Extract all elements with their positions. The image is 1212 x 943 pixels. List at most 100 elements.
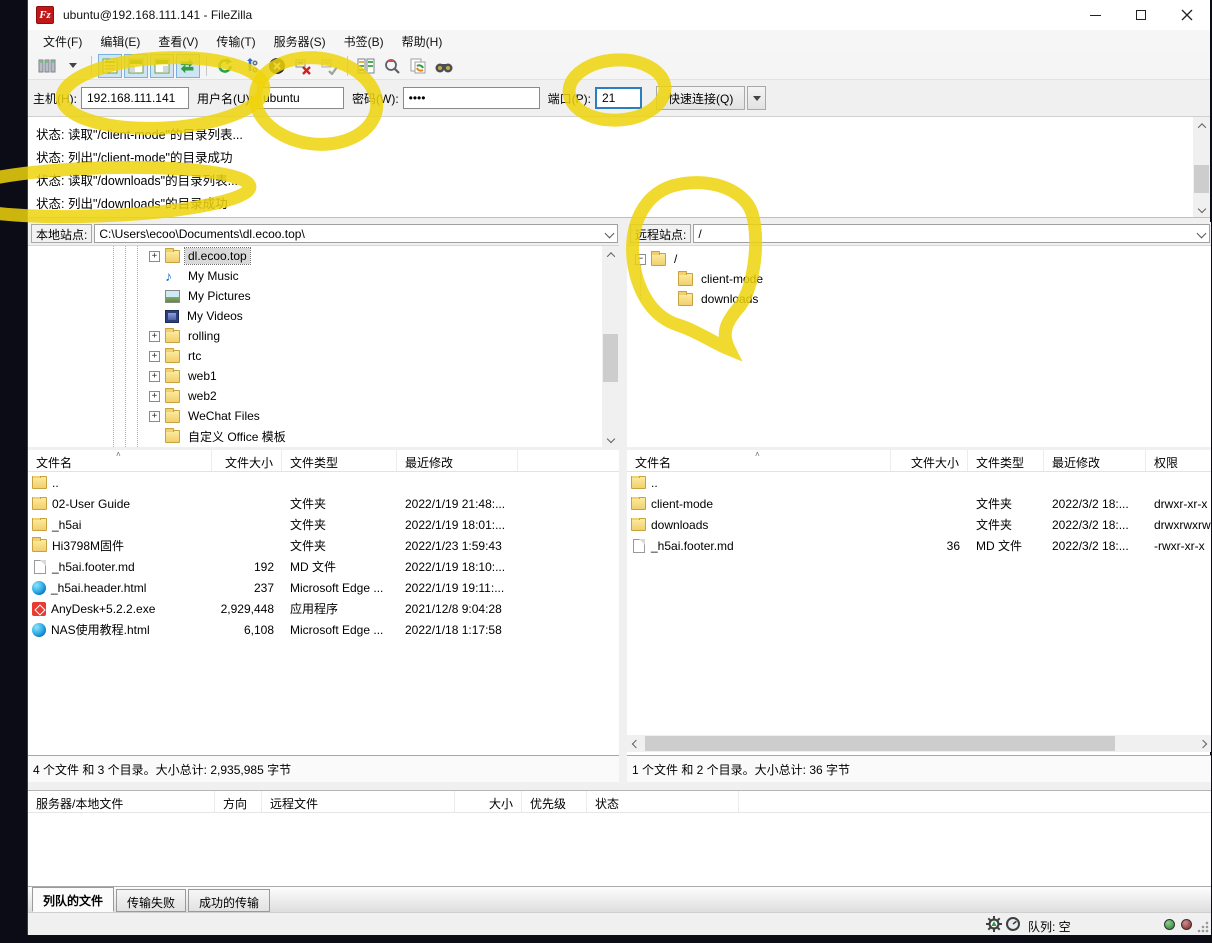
queue-header-status[interactable]: 状态: [587, 791, 739, 812]
file-row-updir[interactable]: ..: [627, 472, 1211, 493]
tab-successful-transfers[interactable]: 成功的传输: [188, 889, 270, 912]
close-button[interactable]: [1164, 0, 1210, 30]
horizontal-splitter[interactable]: [28, 782, 1211, 790]
file-row[interactable]: AnyDesk+5.2.2.exe 2,929,448 应用程序 2021/12…: [28, 598, 619, 619]
host-input[interactable]: [81, 87, 189, 109]
menu-transfer[interactable]: 传输(T): [207, 31, 264, 52]
expand-plus-icon[interactable]: +: [149, 331, 160, 342]
file-row[interactable]: _h5ai.footer.md 36 MD 文件 2022/3/2 18:...…: [627, 535, 1211, 556]
tab-failed-transfers[interactable]: 传输失败: [116, 889, 186, 912]
queue-header-priority[interactable]: 优先级: [522, 791, 587, 812]
header-filetype[interactable]: 文件类型: [282, 450, 397, 471]
log-scrollbar[interactable]: [1193, 117, 1210, 217]
menu-edit[interactable]: 编辑(E): [91, 31, 149, 52]
tree-item-rtc[interactable]: + rtc: [28, 346, 619, 366]
menu-server[interactable]: 服务器(S): [265, 31, 335, 52]
vertical-splitter[interactable]: [619, 222, 627, 782]
tree-item-root[interactable]: − /: [627, 249, 1211, 269]
disconnect-button[interactable]: [291, 54, 315, 78]
collapse-minus-icon[interactable]: −: [635, 254, 646, 265]
local-path-combobox[interactable]: C:\Users\ecoo\Documents\dl.ecoo.top\: [94, 224, 618, 243]
filename-filters-button[interactable]: [380, 54, 404, 78]
header-filesize[interactable]: 文件大小: [891, 450, 968, 471]
tree-item-my-pictures[interactable]: My Pictures: [28, 286, 619, 306]
queue-header-direction[interactable]: 方向: [215, 791, 262, 812]
menu-file[interactable]: 文件(F): [34, 31, 91, 52]
expand-plus-icon[interactable]: +: [149, 251, 160, 262]
queue-header-size[interactable]: 大小: [455, 791, 522, 812]
header-modified[interactable]: 最近修改: [1044, 450, 1146, 471]
cancel-button[interactable]: [265, 54, 289, 78]
scroll-down-arrow[interactable]: [602, 430, 619, 447]
expand-plus-icon[interactable]: +: [149, 351, 160, 362]
scroll-up-arrow[interactable]: [1193, 117, 1210, 134]
site-manager-dropdown-button[interactable]: [61, 54, 85, 78]
menu-help[interactable]: 帮助(H): [393, 31, 452, 52]
password-input[interactable]: [403, 87, 540, 109]
scroll-left-arrow[interactable]: [627, 735, 644, 752]
toggle-local-tree-button[interactable]: [124, 54, 148, 78]
tree-item-rolling[interactable]: + rolling: [28, 326, 619, 346]
queue-header-remote-file[interactable]: 远程文件: [262, 791, 455, 812]
quickconnect-button[interactable]: 快速连接(Q): [656, 86, 745, 110]
file-row[interactable]: 02-User Guide 文件夹 2022/1/19 21:48:...: [28, 493, 619, 514]
username-input[interactable]: [257, 87, 344, 109]
tree-item-label: My Videos: [184, 308, 246, 324]
menu-view[interactable]: 查看(V): [149, 31, 207, 52]
port-input[interactable]: [595, 87, 642, 109]
scrollbar-thumb[interactable]: [645, 736, 1115, 751]
toggle-message-log-button[interactable]: [98, 54, 122, 78]
menu-bookmarks[interactable]: 书签(B): [335, 31, 393, 52]
toggle-remote-tree-button[interactable]: [150, 54, 174, 78]
toggle-transfer-queue-button[interactable]: [176, 54, 200, 78]
maximize-button[interactable]: [1118, 0, 1164, 30]
tree-item-client-mode[interactable]: client-mode: [627, 269, 1211, 289]
find-files-button[interactable]: [432, 54, 456, 78]
speed-limits-button[interactable]: [1005, 916, 1021, 935]
tree-item-my-music[interactable]: My Music: [28, 266, 619, 286]
synchronized-browsing-button[interactable]: [406, 54, 430, 78]
file-row-updir[interactable]: ..: [28, 472, 619, 493]
local-tree-scrollbar[interactable]: [602, 246, 619, 447]
resize-grip-icon[interactable]: [1197, 921, 1209, 933]
tree-item-web2[interactable]: + web2: [28, 386, 619, 406]
scroll-right-arrow[interactable]: [1194, 735, 1211, 752]
tree-item-custom-office-templates[interactable]: 自定义 Office 模板: [28, 426, 619, 446]
header-permissions[interactable]: 权限: [1146, 450, 1211, 471]
remote-path-combobox[interactable]: /: [693, 224, 1210, 243]
header-filesize[interactable]: 文件大小: [212, 450, 282, 471]
minimize-button[interactable]: [1072, 0, 1118, 30]
tree-item-wechat-files[interactable]: + WeChat Files: [28, 406, 619, 426]
scrollbar-thumb[interactable]: [1194, 165, 1209, 193]
file-row[interactable]: _h5ai 文件夹 2022/1/19 18:01:...: [28, 514, 619, 535]
scrollbar-thumb[interactable]: [603, 334, 618, 382]
scroll-up-arrow[interactable]: [602, 246, 619, 263]
expand-plus-icon[interactable]: +: [149, 411, 160, 422]
folder-icon: [631, 497, 646, 510]
tree-item-web1[interactable]: + web1: [28, 366, 619, 386]
file-row[interactable]: _h5ai.footer.md 192 MD 文件 2022/1/19 18:1…: [28, 556, 619, 577]
file-row[interactable]: client-mode 文件夹 2022/3/2 18:... drwxr-xr…: [627, 493, 1211, 514]
site-manager-button[interactable]: [35, 54, 59, 78]
queue-settings-button[interactable]: [986, 916, 1002, 935]
queue-header-local-file[interactable]: 服务器/本地文件: [28, 791, 215, 812]
file-row[interactable]: downloads 文件夹 2022/3/2 18:... drwxrwxrwx: [627, 514, 1211, 535]
quickconnect-dropdown-button[interactable]: [747, 86, 766, 110]
header-filetype[interactable]: 文件类型: [968, 450, 1044, 471]
reconnect-button[interactable]: [317, 54, 341, 78]
file-row[interactable]: _h5ai.header.html 237 Microsoft Edge ...…: [28, 577, 619, 598]
file-row[interactable]: Hi3798M固件 文件夹 2022/1/23 1:59:43: [28, 535, 619, 556]
tree-item-dl-ecoo-top[interactable]: + dl.ecoo.top: [28, 246, 619, 266]
expand-plus-icon[interactable]: +: [149, 391, 160, 402]
tree-item-my-videos[interactable]: My Videos: [28, 306, 619, 326]
remote-horizontal-scrollbar[interactable]: [627, 735, 1211, 752]
file-row[interactable]: NAS使用教程.html 6,108 Microsoft Edge ... 20…: [28, 619, 619, 640]
directory-comparison-button[interactable]: [354, 54, 378, 78]
tab-queued-files[interactable]: 列队的文件: [32, 887, 114, 912]
process-queue-button[interactable]: [239, 54, 263, 78]
refresh-button[interactable]: [213, 54, 237, 78]
scroll-down-arrow[interactable]: [1193, 200, 1210, 217]
header-modified[interactable]: 最近修改: [397, 450, 518, 471]
expand-plus-icon[interactable]: +: [149, 371, 160, 382]
tree-item-downloads[interactable]: downloads: [627, 289, 1211, 309]
